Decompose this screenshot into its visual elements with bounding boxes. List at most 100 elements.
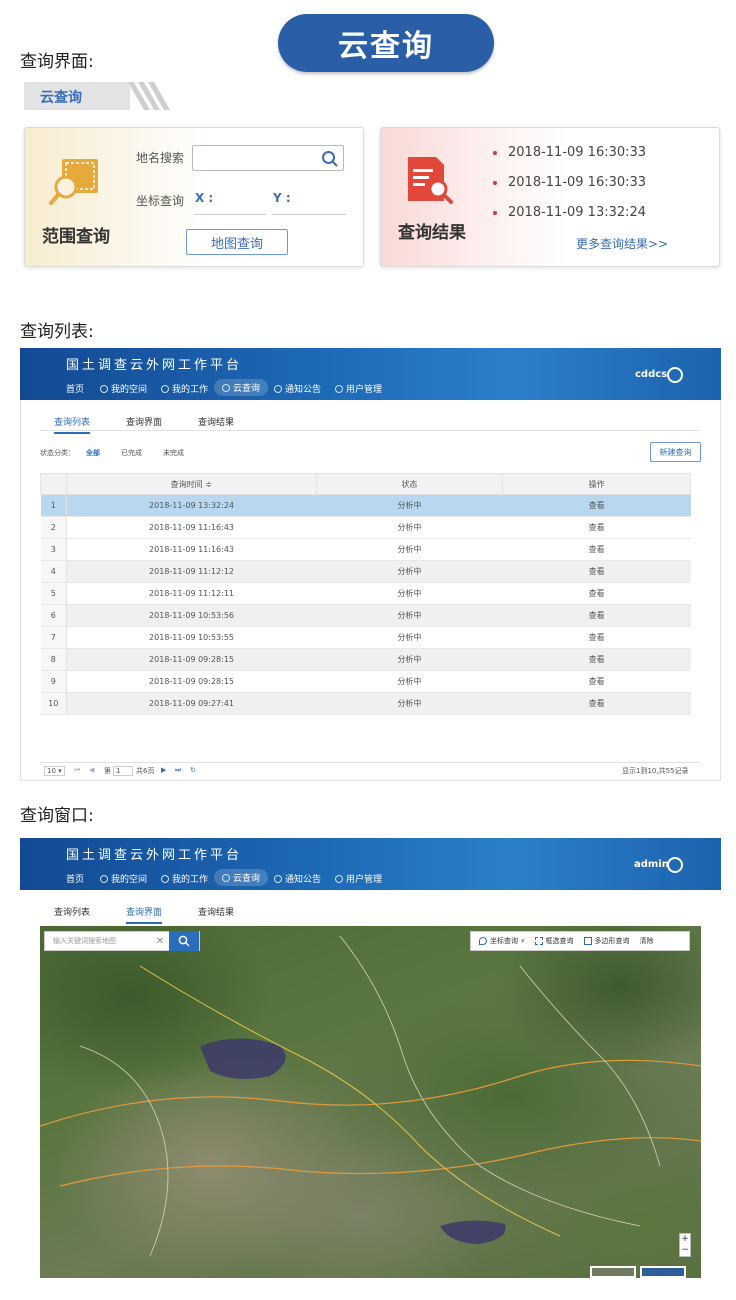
- work-icon: [161, 874, 169, 883]
- zoom-out-button[interactable]: −: [681, 1245, 689, 1256]
- page-size-select[interactable]: 10 ▾: [44, 766, 65, 776]
- page-number-input[interactable]: 1: [113, 766, 133, 776]
- y-label: Y :: [273, 191, 291, 205]
- table-row[interactable]: 3 2018-11-09 11:16:43 分析中 查看: [40, 538, 691, 561]
- result-item[interactable]: 2018-11-09 16:30:33: [508, 145, 646, 160]
- user-admin-icon: [335, 384, 343, 393]
- row-view-link[interactable]: 查看: [502, 538, 691, 561]
- row-view-link[interactable]: 查看: [502, 670, 691, 693]
- coord-query-tool[interactable]: 坐标查询 ▾: [475, 936, 529, 946]
- prev-page-icon[interactable]: ◀: [89, 766, 94, 774]
- row-view-link[interactable]: 查看: [502, 582, 691, 605]
- page-label: 第: [104, 767, 111, 775]
- last-page-icon[interactable]: ⏭: [175, 766, 181, 775]
- cloud-icon: [222, 873, 230, 882]
- nav-notice[interactable]: 通知公告: [274, 382, 321, 395]
- row-view-link[interactable]: 查看: [502, 516, 691, 539]
- row-index: 1: [40, 494, 67, 517]
- box-select-tool[interactable]: 框选查询: [531, 936, 578, 946]
- tab-divider: [40, 430, 700, 431]
- search-icon[interactable]: [321, 150, 339, 168]
- pager-summary: 显示1到10,共55记录: [622, 767, 689, 775]
- table-row[interactable]: 7 2018-11-09 10:53:55 分析中 查看: [40, 626, 691, 649]
- result-item[interactable]: 2018-11-09 16:30:33: [508, 175, 646, 190]
- map-query-button[interactable]: 地图查询: [186, 229, 288, 255]
- new-query-button[interactable]: 新建查询: [650, 442, 701, 462]
- polygon-query-tool[interactable]: 多边形查询: [580, 936, 634, 946]
- x-coord-input[interactable]: [194, 214, 266, 215]
- map-search-input[interactable]: 输入关键词搜索地图: [45, 936, 151, 946]
- search-icon: [178, 935, 190, 947]
- tab-query-ui[interactable]: 查询界面: [126, 905, 163, 924]
- first-page-icon[interactable]: ⏮: [74, 766, 80, 775]
- x-label: X :: [195, 191, 214, 205]
- map-search-button[interactable]: [169, 931, 199, 951]
- nav-user-admin[interactable]: 用户管理: [335, 872, 382, 885]
- nav-cloud-query[interactable]: 云查询: [214, 379, 269, 396]
- filter-all[interactable]: 全部: [86, 448, 100, 458]
- nav-my-space-label: 我的空间: [111, 385, 148, 395]
- table-row[interactable]: 10 2018-11-09 09:27:41 分析中 查看: [40, 692, 691, 715]
- row-view-link[interactable]: 查看: [502, 494, 691, 517]
- nav-home[interactable]: 首页: [66, 382, 84, 395]
- nav-home[interactable]: 首页: [66, 872, 84, 885]
- nav-my-space[interactable]: 我的空间: [100, 872, 147, 885]
- user-avatar-icon[interactable]: [667, 857, 683, 873]
- basemap-thumbnail-satellite[interactable]: [590, 1266, 636, 1278]
- table-row[interactable]: 6 2018-11-09 10:53:56 分析中 查看: [40, 604, 691, 627]
- user-avatar-icon[interactable]: [667, 367, 683, 383]
- row-view-link[interactable]: 查看: [502, 604, 691, 627]
- row-view-link[interactable]: 查看: [502, 692, 691, 715]
- section-label-query-list: 查询列表:: [20, 322, 94, 342]
- next-page-icon[interactable]: ▶: [161, 766, 166, 774]
- row-view-link[interactable]: 查看: [502, 560, 691, 583]
- column-header-time[interactable]: 查询时间 ≑: [65, 473, 317, 495]
- query-result-title: 查询结果: [398, 223, 466, 243]
- table-row[interactable]: 8 2018-11-09 09:28:15 分析中 查看: [40, 648, 691, 671]
- tab-query-ui[interactable]: 查询界面: [126, 415, 162, 428]
- place-search-input[interactable]: [192, 145, 344, 171]
- nav-my-work-label: 我的工作: [172, 385, 209, 395]
- tab-query-list[interactable]: 查询列表: [54, 415, 91, 434]
- row-time: 2018-11-09 11:16:43: [66, 538, 317, 561]
- row-index: 4: [40, 560, 67, 583]
- y-coord-input[interactable]: [272, 214, 346, 215]
- more-results-link[interactable]: 更多查询结果>>: [576, 235, 668, 252]
- user-name[interactable]: cddcs: [635, 369, 667, 380]
- nav-user-admin[interactable]: 用户管理: [335, 382, 382, 395]
- zoom-in-button[interactable]: +: [681, 1234, 689, 1245]
- filter-done[interactable]: 已完成: [121, 448, 142, 458]
- tab-query-list[interactable]: 查询列表: [54, 905, 90, 918]
- filter-pending[interactable]: 未完成: [163, 448, 184, 458]
- row-index: 9: [40, 670, 67, 693]
- row-view-link[interactable]: 查看: [502, 648, 691, 671]
- tab-query-result[interactable]: 查询结果: [198, 905, 234, 918]
- user-name[interactable]: admin: [634, 859, 669, 870]
- basemap-thumbnail-globe[interactable]: [640, 1266, 686, 1278]
- result-item[interactable]: 2018-11-09 13:32:24: [508, 205, 646, 220]
- table-row[interactable]: 5 2018-11-09 11:12:11 分析中 查看: [40, 582, 691, 605]
- satellite-map[interactable]: [40, 926, 701, 1278]
- table-row[interactable]: 9 2018-11-09 09:28:15 分析中 查看: [40, 670, 691, 693]
- refresh-icon[interactable]: ↻: [190, 766, 196, 774]
- table-row[interactable]: 2 2018-11-09 11:16:43 分析中 查看: [40, 516, 691, 539]
- nav-my-work[interactable]: 我的工作: [161, 872, 208, 885]
- row-time: 2018-11-09 09:28:15: [66, 670, 317, 693]
- row-status: 分析中: [316, 692, 503, 715]
- nav-my-work[interactable]: 我的工作: [161, 382, 208, 395]
- filter-label: 状态分类：: [40, 449, 75, 457]
- table-row[interactable]: 4 2018-11-09 11:12:12 分析中 查看: [40, 560, 691, 583]
- chevron-down-icon: ▾: [521, 937, 525, 945]
- nav-notice[interactable]: 通知公告: [274, 872, 321, 885]
- clear-tool[interactable]: 清除: [636, 936, 658, 946]
- row-index: 3: [40, 538, 67, 561]
- nav-cloud-query[interactable]: 云查询: [214, 869, 269, 886]
- clear-search-icon[interactable]: ✕: [151, 936, 169, 947]
- row-status: 分析中: [316, 626, 503, 649]
- nav-home-label: 首页: [66, 875, 85, 885]
- range-query-title: 范围查询: [42, 227, 110, 247]
- nav-my-space[interactable]: 我的空间: [100, 382, 147, 395]
- table-row[interactable]: 1 2018-11-09 13:32:24 分析中 查看: [40, 494, 691, 517]
- tab-query-result[interactable]: 查询结果: [198, 415, 234, 428]
- row-view-link[interactable]: 查看: [502, 626, 691, 649]
